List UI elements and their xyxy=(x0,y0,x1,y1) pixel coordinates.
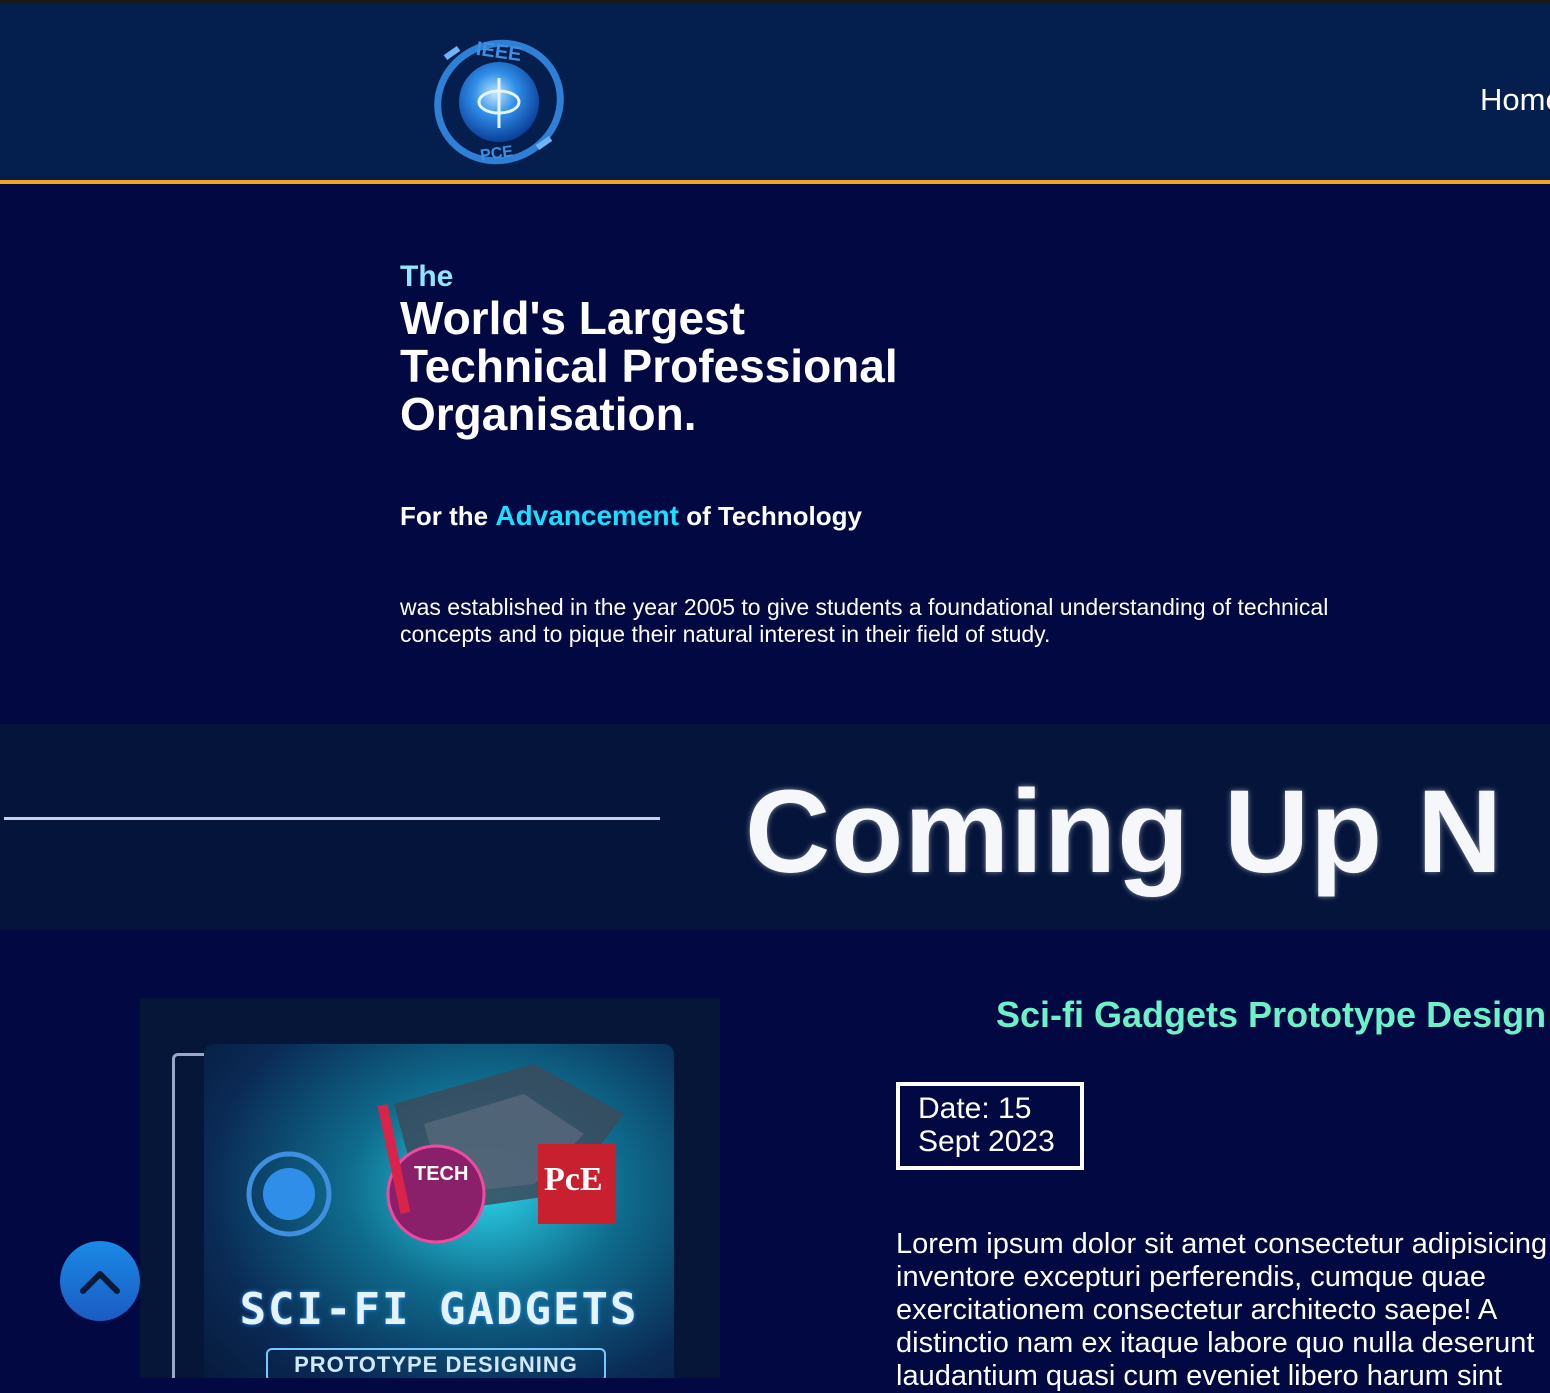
event-date-line: Sept 2023 xyxy=(918,1125,1055,1158)
hero-the: The xyxy=(400,260,454,293)
hero-section: The World's Largest Technical Profession… xyxy=(400,260,1400,438)
poster-badge-pce: PcE xyxy=(544,1161,603,1198)
event-date-box: Date: 15 Sept 2023 xyxy=(896,1082,1084,1170)
chevron-up-icon xyxy=(80,1271,120,1294)
banner-divider-line xyxy=(4,817,660,820)
ieee-pce-logo[interactable]: IEEE PCE xyxy=(426,32,572,166)
event-poster-image[interactable]: TECH PcE SCI-FI GADGETS PROTOTYPE DESIGN… xyxy=(204,1044,674,1378)
poster-subtitle: PROTOTYPE DESIGNING xyxy=(266,1348,606,1378)
poster-title: SCI-FI GADGETS xyxy=(239,1284,639,1335)
event-poster-card: TECH PcE SCI-FI GADGETS PROTOTYPE DESIGN… xyxy=(140,998,720,1378)
site-header: IEEE PCE Home xyxy=(0,4,1550,184)
hero-title-line: Organisation. xyxy=(400,388,697,440)
hero-description: was established in the year 2005 to give… xyxy=(400,594,1329,647)
scroll-to-top-button[interactable] xyxy=(60,1241,140,1321)
tagline-accent: Advancement xyxy=(495,500,679,531)
hero-title-line: Technical Professional xyxy=(400,340,898,392)
event-title: Sci-fi Gadgets Prototype Design xyxy=(996,994,1547,1035)
event-description-line: laudantium quasi cum eveniet libero haru… xyxy=(896,1360,1503,1392)
coming-up-banner: Coming Up N xyxy=(0,724,1550,930)
nav-home-link[interactable]: Home xyxy=(1480,82,1550,118)
hero-title-line: World's Largest xyxy=(400,292,745,344)
hero-tagline: For the Advancement of Technology xyxy=(400,500,862,532)
poster-badge-tech: TECH xyxy=(414,1163,468,1185)
tagline-after: of Technology xyxy=(678,501,862,531)
event-description-line: distinctio nam ex itaque labore quo null… xyxy=(896,1327,1535,1359)
coming-up-heading: Coming Up N xyxy=(745,766,1504,898)
hero-title: World's Largest Technical Professional O… xyxy=(400,294,1400,438)
event-description-line: inventore excepturi perferendis, cumque … xyxy=(896,1261,1487,1293)
event-description-line: Lorem ipsum dolor sit amet consectetur a… xyxy=(896,1228,1548,1260)
event-date-line: Date: 15 xyxy=(918,1092,1032,1125)
event-description-line: exercitationem consectetur architecto sa… xyxy=(896,1294,1498,1326)
event-description: Lorem ipsum dolor sit amet consectetur a… xyxy=(896,1228,1550,1393)
tagline-before: For the xyxy=(400,501,496,531)
